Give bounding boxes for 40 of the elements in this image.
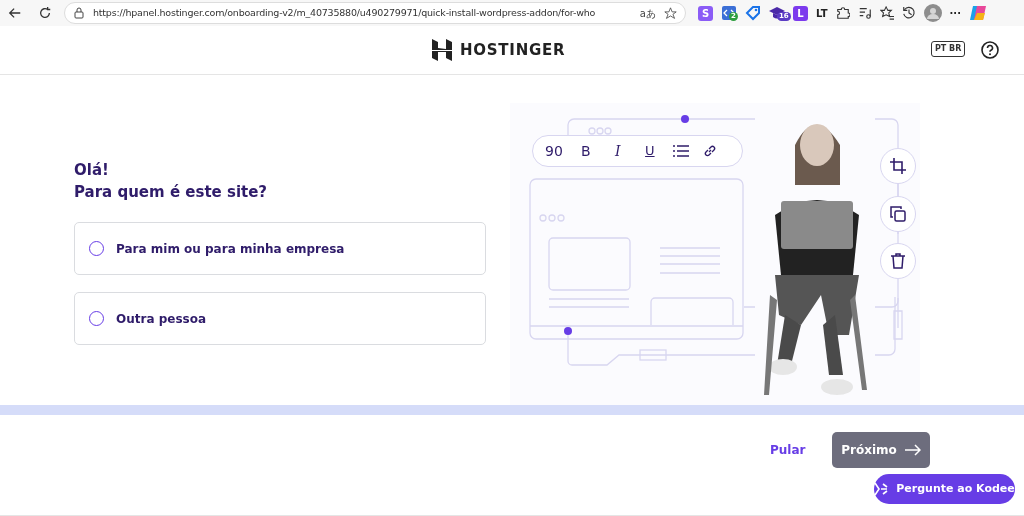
favorites-icon[interactable] [879,6,894,20]
back-icon[interactable] [8,6,22,20]
greeting: Olá! [74,160,110,181]
translate-icon[interactable]: aあ [639,5,656,21]
option-label: Para mim ou para minha empresa [116,240,345,258]
url-text: https://hpanel.hostinger.com/onboarding-v2/m_40735880/u490279971/quick-install-wordpress-addon/for-who [93,5,597,20]
history-icon[interactable] [901,6,916,20]
underline-icon: U [640,141,659,161]
extension-button[interactable]: S [698,5,713,21]
reload-icon[interactable] [38,6,52,20]
help-icon[interactable] [981,41,999,59]
option-label: Outra pessoa [116,310,207,328]
site-info-icon[interactable] [73,7,85,19]
ask-assistant-button[interactable]: Pergunte ao Kodee [874,474,1015,504]
extension-button[interactable]: LT [816,5,828,21]
question-title: Para quem é este site? [74,182,269,203]
italic-icon: I [608,140,627,162]
link-icon [702,144,717,158]
avatar-icon[interactable] [923,4,942,22]
favorite-star-icon[interactable] [664,6,677,20]
logo-icon [432,39,452,61]
font-size-value: 90 [545,141,563,161]
copy-icon [890,206,906,222]
arrow-right-icon [904,444,921,456]
puzzle-icon[interactable] [835,6,850,20]
answer-option[interactable]: Outra pessoa [74,292,486,345]
extension-button[interactable]: L [793,5,808,21]
copilot-icon[interactable] [968,4,987,22]
address-bar[interactable]: https://hpanel.hostinger.com/onboarding-v2/m_40735880/u490279971/quick-install-wordpress-addon/for-who aあ [64,2,686,24]
tag-icon[interactable] [745,5,761,21]
list-icon [672,145,689,157]
language-button[interactable]: PT BR [931,41,966,57]
skip-button[interactable]: Pular [770,441,806,459]
media-icon[interactable] [857,6,872,20]
bold-icon: B [576,140,595,162]
trash-icon [891,253,905,269]
answer-option[interactable]: Para mim ou para minha empresa [74,222,486,275]
more-button[interactable]: ··· [949,5,961,21]
crop-icon [890,158,906,174]
brand-name: HOSTINGER [460,39,566,61]
